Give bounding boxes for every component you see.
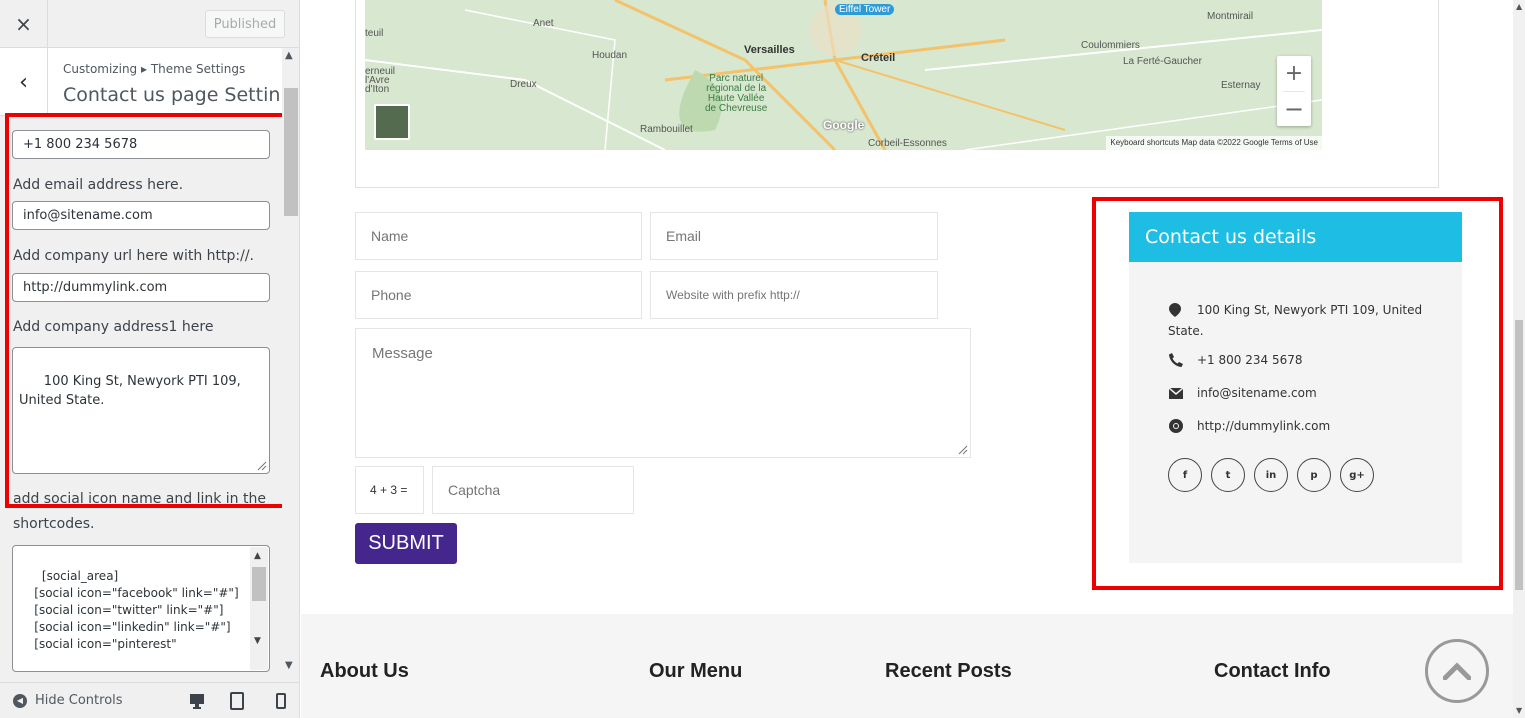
map-label-creteil: Créteil: [861, 52, 896, 64]
map-label-montmirail: Montmirail: [1207, 11, 1254, 22]
contact-card-title: Contact us details: [1129, 212, 1462, 262]
contact-website: http://dummylink.com: [1197, 419, 1331, 433]
contact-details-card: Contact us details 100 King St, Newyork …: [1129, 212, 1462, 563]
google-logo: Google: [823, 118, 865, 132]
message-placeholder: Message: [372, 345, 433, 362]
caret-down-icon[interactable]: ▼: [254, 633, 261, 650]
contact-email-row: info@sitename.com: [1169, 386, 1317, 400]
shortcodes-scrollbar[interactable]: ▲ ▼: [250, 547, 268, 670]
customizer-footer: ◀ Hide Controls: [0, 682, 299, 718]
address-field-value: 100 King St, Newyork PTI 109, United Sta…: [19, 374, 245, 408]
desktop-icon[interactable]: [189, 692, 205, 710]
email-input[interactable]: [650, 212, 938, 260]
scroll-to-top-button[interactable]: [1425, 639, 1489, 703]
address-field[interactable]: 100 King St, Newyork PTI 109, United Sta…: [12, 347, 270, 474]
envelope-icon: [1169, 386, 1183, 400]
footer-heading-contact: Contact Info: [1214, 660, 1331, 682]
map-label-esternay: Esternay: [1221, 80, 1261, 91]
mobile-icon[interactable]: [273, 692, 289, 710]
tablet-icon[interactable]: [229, 692, 245, 710]
pinterest-icon[interactable]: p: [1297, 458, 1331, 492]
hide-controls-button[interactable]: ◀ Hide Controls: [13, 693, 123, 708]
linkedin-icon[interactable]: in: [1254, 458, 1288, 492]
map-label-eiffel: Eiffel Tower: [835, 4, 895, 15]
caret-down-icon[interactable]: ▼: [285, 660, 293, 671]
contact-website-row: http://dummylink.com: [1169, 419, 1330, 433]
map-label-dreux: Dreux: [510, 79, 537, 90]
email-field-label: Add email address here.: [13, 177, 184, 193]
map-label-corbeil: Corbeil-Essonnes: [868, 138, 947, 149]
name-input[interactable]: [355, 212, 642, 260]
contact-address: 100 King St, Newyork PTI 109, United Sta…: [1168, 300, 1428, 342]
breadcrumb: Customizing ▸ Theme Settings: [63, 62, 246, 76]
map-label-verneuil: erneuil l'Avre d'Iton: [365, 66, 396, 95]
map-label-parc: Parc naturel régional de la Haute Vallée…: [705, 73, 768, 114]
site-preview: Versailles Créteil Eiffel Tower Houdan A…: [301, 0, 1513, 718]
resize-grip-icon[interactable]: [257, 461, 267, 471]
chevron-up-icon: [1443, 662, 1471, 680]
phone-input[interactable]: [355, 271, 642, 319]
zoom-out-button[interactable]: −: [1277, 92, 1311, 126]
phone-field[interactable]: [12, 130, 270, 159]
back-button[interactable]: ‹: [0, 48, 48, 116]
caret-down-icon[interactable]: ▼: [1516, 706, 1522, 715]
close-customizer-button[interactable]: ×: [0, 0, 48, 48]
captcha-question: 4 + 3 =: [355, 466, 424, 514]
shortcodes-value: [social_area] [social icon="facebook" li…: [34, 569, 239, 651]
map-label-teuil: teuil: [365, 28, 384, 39]
map-attribution[interactable]: Keyboard shortcuts Map data ©2022 Google…: [1106, 136, 1322, 150]
zoom-in-button[interactable]: +: [1277, 56, 1311, 90]
chevron-left-icon: ‹: [19, 69, 28, 95]
shortcodes-field[interactable]: [social_area] [social icon="facebook" li…: [12, 545, 270, 672]
resize-grip-icon[interactable]: [958, 445, 968, 455]
url-field-label: Add company url here with http://.: [13, 248, 254, 264]
caret-up-icon[interactable]: ▲: [254, 548, 261, 565]
message-textarea[interactable]: Message: [355, 328, 971, 458]
footer-heading-posts: Recent Posts: [885, 660, 1012, 682]
map-label-rambouillet: Rambouillet: [640, 124, 693, 135]
google-map[interactable]: Versailles Créteil Eiffel Tower Houdan A…: [365, 0, 1322, 150]
map-satellite-toggle[interactable]: [374, 104, 410, 140]
settings-panel: Add email address here. Add company url …: [0, 116, 282, 682]
chrome-icon: [1169, 419, 1183, 433]
customizer-header-bar: × Published: [0, 0, 299, 48]
contact-phone: +1 800 234 5678: [1197, 353, 1303, 367]
customizer-sidebar: × Published ‹ Customizing ▸ Theme Settin…: [0, 0, 300, 718]
submit-button[interactable]: SUBMIT: [355, 523, 457, 564]
footer-heading-about: About Us: [320, 660, 409, 682]
captcha-input[interactable]: [432, 466, 634, 514]
map-label-houdan: Houdan: [592, 50, 628, 61]
shortcodes-scroll-thumb[interactable]: [252, 567, 266, 601]
map-zoom-controls: + −: [1277, 56, 1311, 126]
publish-button[interactable]: Published: [205, 10, 285, 38]
caret-up-icon[interactable]: ▲: [285, 50, 293, 61]
twitter-icon[interactable]: t: [1211, 458, 1245, 492]
social-field-label-2: shortcodes.: [13, 516, 95, 532]
contact-phone-row: +1 800 234 5678: [1169, 353, 1302, 367]
address-field-label: Add company address1 here: [13, 319, 214, 335]
hide-controls-label: Hide Controls: [35, 693, 123, 708]
contact-email: info@sitename.com: [1197, 386, 1317, 400]
map-label-ferte: La Ferté-Gaucher: [1123, 56, 1202, 67]
sidebar-scroll-thumb[interactable]: [284, 88, 298, 216]
google-plus-icon[interactable]: g+: [1340, 458, 1374, 492]
close-icon: ×: [15, 12, 32, 36]
email-field[interactable]: [12, 201, 270, 230]
contact-address-text: 100 King St, Newyork PTI 109, United Sta…: [1168, 303, 1423, 338]
section-title: Contact us page Settin...: [63, 84, 299, 106]
social-field-label: add social icon name and link in the: [13, 491, 266, 507]
url-field[interactable]: [12, 273, 270, 302]
caret-up-icon[interactable]: ▲: [1516, 2, 1522, 11]
section-header: ‹ Customizing ▸ Theme Settings Contact u…: [0, 48, 299, 116]
map-label-coulommiers: Coulommiers: [1081, 40, 1140, 51]
preview-scroll-thumb[interactable]: [1515, 320, 1523, 590]
map-label-anet: Anet: [533, 18, 554, 29]
site-footer: About Us Our Menu Recent Posts Contact I…: [301, 614, 1513, 718]
footer-heading-menu: Our Menu: [649, 660, 743, 682]
collapse-icon: ◀: [13, 693, 27, 708]
phone-icon: [1169, 353, 1183, 367]
website-input[interactable]: [650, 271, 938, 319]
facebook-icon[interactable]: f: [1168, 458, 1202, 492]
map-label-versailles: Versailles: [744, 44, 795, 56]
